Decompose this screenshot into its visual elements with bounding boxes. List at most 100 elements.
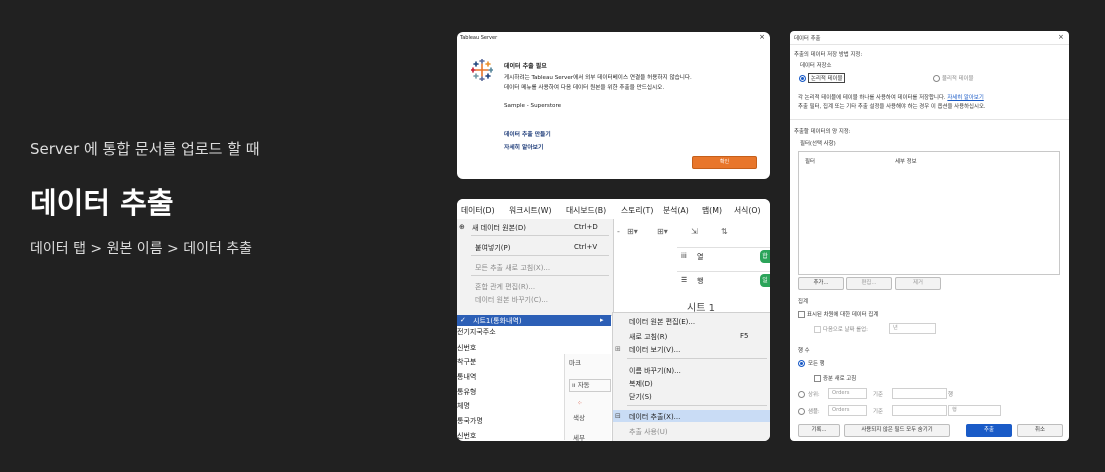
subtitle: Server 에 통합 문서를 업로드 할 때	[30, 140, 260, 158]
column-header-detail: 세부 정보	[895, 159, 917, 165]
top-count-input[interactable]	[892, 388, 947, 399]
create-extract-link[interactable]: 데이터 추출 만들기	[504, 129, 551, 138]
columns-pill[interactable]: 합	[760, 250, 770, 263]
chart-icon[interactable]: ⊞▾	[627, 227, 638, 236]
edit-filter-button[interactable]: 편집...	[846, 277, 892, 290]
marks-title: 마크	[569, 359, 581, 367]
dialog-message: 데이터 메뉴를 사용하여 다음 데이터 원본을 위한 추출을 만드십시오.	[504, 85, 665, 91]
remove-filter-button[interactable]: 제거	[895, 277, 941, 290]
close-icon[interactable]: ×	[759, 33, 765, 41]
layout-icon[interactable]: ⇲	[691, 227, 698, 236]
radio-all-rows[interactable]	[798, 360, 805, 367]
detail-label[interactable]: 세부	[573, 432, 585, 441]
columns-label: 열	[697, 253, 704, 261]
list-item[interactable]: 착구분	[457, 357, 476, 367]
rollup-select[interactable]: 년	[889, 323, 936, 334]
list-item[interactable]: 통국가명	[457, 416, 483, 426]
rows-unit: 행	[948, 392, 953, 398]
menu-item-view-data[interactable]: 데이터 보기(V)...	[629, 345, 680, 355]
menu-format[interactable]: 서식(O)	[734, 205, 761, 216]
chevron-right-icon: ▸	[600, 316, 604, 324]
rows-shelf[interactable]: ☰ 행 일	[677, 271, 770, 290]
cancel-button[interactable]: 취소	[1017, 424, 1063, 437]
menu-item-rename[interactable]: 이름 바꾸기(N)...	[629, 366, 681, 376]
radio-sample[interactable]	[798, 408, 805, 415]
dialog-titlebar: Tableau Server ×	[457, 32, 770, 44]
list-item[interactable]: 신번호	[457, 343, 476, 353]
agg-checkbox[interactable]	[798, 311, 805, 318]
menu-worksheet[interactable]: 워크시트(W)	[509, 205, 552, 216]
selected-data-source[interactable]: ✓ 시트1(통화내역) ▸	[457, 315, 611, 326]
data-menu-dropdown: ⊕ 새 데이터 원본(D) Ctrl+D 붙여넣기(P) Ctrl+V 모든 추…	[457, 219, 614, 316]
page-title: 데이터 추출	[30, 186, 174, 220]
menu-analysis[interactable]: 분석(A)	[663, 205, 689, 216]
extract-button[interactable]: 추출	[966, 424, 1012, 437]
menu-story[interactable]: 스토리(T)	[621, 205, 653, 216]
top-label: 상위:	[808, 392, 820, 398]
bar-chart-icon: ıı	[572, 381, 576, 389]
menu-item-new-source[interactable]: 새 데이터 원본(D)	[472, 223, 526, 233]
learn-more-link[interactable]: 자세히 알아보기	[947, 95, 983, 101]
menu-item-duplicate[interactable]: 복제(D)	[629, 379, 653, 389]
menubar: 데이터(D) 워크시트(W) 대시보드(B) 스토리(T) 분석(A) 맵(M)…	[457, 199, 770, 220]
rows-icon: ☰	[681, 276, 688, 284]
menu-item-edit-relations[interactable]: 혼합 관계 편집(R)...	[475, 282, 535, 292]
dialog-title: 데이터 추출	[794, 36, 821, 42]
rows-pill[interactable]: 일	[760, 274, 770, 287]
tableau-logo-icon	[471, 59, 493, 81]
list-item[interactable]: 체명	[457, 401, 470, 411]
menu-item-refresh[interactable]: 새로 고침(R)	[629, 332, 667, 342]
by-label: 기준	[873, 392, 883, 398]
menu-item-use-extract[interactable]: 추출 사용(U)	[629, 427, 668, 437]
list-item[interactable]: 전기지국주소	[457, 327, 496, 337]
sort-icon[interactable]: ⇅	[721, 227, 728, 236]
sample-table-select[interactable]: Orders	[828, 405, 867, 416]
logical-label: 논리적 테이블	[808, 73, 846, 83]
chart-x-icon[interactable]: ⊞▾	[657, 227, 668, 236]
incremental-checkbox[interactable]	[814, 375, 821, 382]
color-icon[interactable]: ⁘	[577, 399, 582, 407]
radio-top[interactable]	[798, 391, 805, 398]
tableau-menu-window: 데이터(D) 워크시트(W) 대시보드(B) 스토리(T) 분석(A) 맵(M)…	[457, 199, 770, 441]
data-source-submenu: 데이터 원본 편집(E)... 새로 고침(R) F5 ⊞ 데이터 보기(V).…	[612, 312, 770, 441]
incremental-label: 증분 새로 고침	[823, 376, 857, 382]
menu-item-edit-source[interactable]: 데이터 원본 편집(E)...	[629, 317, 695, 327]
radio-logical[interactable]	[799, 75, 806, 82]
list-item[interactable]: 신번호	[457, 431, 476, 441]
toolbar: - ⊞▾ ⊞▾ ⇲ ⇅	[613, 219, 770, 247]
columns-shelf[interactable]: iii 열 합	[677, 247, 770, 266]
marks-card: 마크 ıı 자동 ⁘ 색상 세부	[564, 354, 611, 441]
ok-button[interactable]: 확인	[692, 156, 757, 169]
menu-item-extract[interactable]: 데이터 추출(X)...	[629, 412, 680, 422]
check-icon: ✓	[460, 316, 466, 324]
learn-more-link[interactable]: 자세히 알아보기	[504, 142, 543, 151]
history-button[interactable]: 기록...	[798, 424, 840, 437]
sample-count-input[interactable]	[892, 405, 947, 416]
list-item[interactable]: 통내역	[457, 372, 476, 382]
dialog-title: Tableau Server	[460, 35, 498, 41]
radio-physical[interactable]	[933, 75, 940, 82]
add-filter-button[interactable]: 추가...	[798, 277, 844, 290]
rollup-checkbox[interactable]	[814, 326, 821, 333]
filters-label: 필터(선택 사항)	[800, 141, 836, 147]
agg-visible-label: 표시된 차원에 대한 데이터 집계	[807, 312, 879, 318]
list-item[interactable]: 통유형	[457, 387, 476, 397]
menu-item-paste[interactable]: 붙여넣기(P)	[475, 243, 510, 253]
menu-dashboard[interactable]: 대시보드(B)	[566, 205, 606, 216]
menu-item-replace-source[interactable]: 데이터 원본 바꾸기(C)...	[475, 295, 548, 305]
hide-unused-button[interactable]: 사용되지 않은 필드 모두 숨기기	[844, 424, 950, 437]
menu-path: 데이터 탭 > 원본 이름 > 데이터 추출	[30, 241, 253, 257]
color-label[interactable]: 색상	[573, 412, 585, 422]
server-dialog: Tableau Server × 데이터 추출 필요 게시하려는 Tableau…	[457, 32, 770, 179]
extract-dialog: 데이터 추출 × 추출의 데이터 저장 방법 지정: 데이터 저장소 논리적 테…	[790, 31, 1069, 441]
menu-item-close[interactable]: 닫기(S)	[629, 392, 652, 402]
shortcut: Ctrl+D	[574, 223, 598, 231]
menu-data[interactable]: 데이터(D)	[461, 205, 495, 216]
top-table-select[interactable]: Orders	[828, 388, 867, 399]
menu-item-refresh-all[interactable]: 모든 추출 새로 고침(X)...	[475, 263, 550, 273]
sample-unit-select[interactable]: 행	[948, 405, 1001, 416]
menu-map[interactable]: 맵(M)	[702, 205, 722, 216]
close-icon[interactable]: ×	[1058, 33, 1064, 41]
mark-type-select[interactable]: ıı 자동	[569, 379, 611, 392]
filters-table[interactable]: 필터 세부 정보	[798, 151, 1060, 275]
